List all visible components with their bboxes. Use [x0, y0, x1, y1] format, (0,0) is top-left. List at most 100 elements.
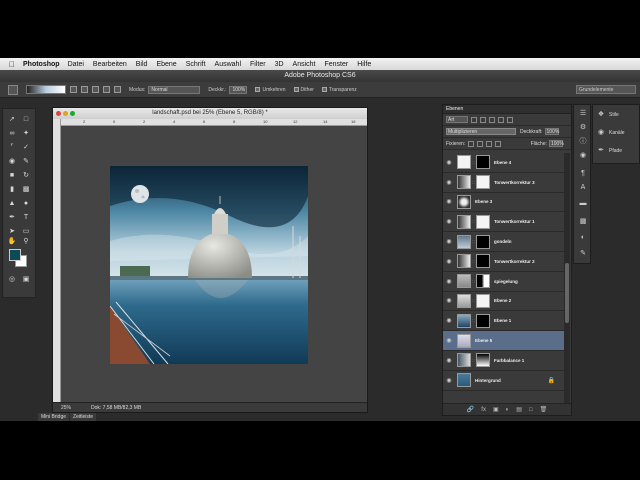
lock-pixels-icon[interactable]	[477, 140, 484, 147]
layer-row[interactable]: ◉ ∷ Tonwertkorrektur 1	[443, 212, 565, 233]
layer-thumbnail[interactable]	[457, 175, 471, 190]
gradient-tool-icon[interactable]: ▩	[21, 185, 31, 195]
crop-tool-icon[interactable]: ⌜	[7, 143, 17, 153]
menu-auswahl[interactable]: Auswahl	[215, 61, 241, 68]
horizontal-ruler[interactable]: 2 0 2 4 6 8 10 12 14 16	[61, 119, 367, 126]
layers-scrollbar[interactable]	[564, 153, 570, 405]
document-titlebar[interactable]: landschaft.psd bei 25% (Ebene 5, RGB/8) …	[53, 108, 367, 119]
tab-mini-bridge[interactable]: Mini Bridge	[38, 413, 70, 421]
workspace-switcher[interactable]: Grundelemente	[576, 85, 636, 94]
visibility-eye-icon[interactable]: ◉	[443, 258, 455, 265]
visibility-eye-icon[interactable]: ◉	[443, 377, 455, 384]
layer-name[interactable]: Ebene 1	[494, 318, 511, 323]
quick-mask-icon[interactable]: ◎	[7, 275, 17, 285]
new-layer-icon[interactable]: □	[529, 407, 533, 413]
filter-pixel-icon[interactable]	[471, 116, 477, 123]
lasso-tool-icon[interactable]: ∞	[7, 129, 17, 139]
brush-presets-icon[interactable]: ✎	[578, 249, 588, 259]
layer-name[interactable]: spiegelung	[494, 279, 518, 284]
paths-panel-button[interactable]: ✒ Pfade	[593, 143, 639, 159]
shape-tool-icon[interactable]: ▭	[21, 227, 31, 237]
delete-layer-icon[interactable]: 🗑	[540, 406, 548, 413]
radial-gradient-button[interactable]	[81, 86, 88, 93]
visibility-eye-icon[interactable]: ◉	[443, 297, 455, 304]
properties-icon[interactable]: ⚙	[578, 123, 588, 133]
link-layers-icon[interactable]: 🔗	[467, 406, 474, 413]
zoom-tool-icon[interactable]: ⚲	[21, 237, 31, 247]
visibility-eye-icon[interactable]: ◉	[443, 278, 455, 285]
visibility-eye-icon[interactable]: ◉	[443, 198, 455, 205]
layer-mask-thumbnail[interactable]	[476, 214, 490, 229]
visibility-eye-icon[interactable]: ◉	[443, 337, 455, 344]
pen-tool-icon[interactable]: ✒	[7, 213, 17, 223]
opacity-field[interactable]: 100%	[229, 85, 248, 94]
history-icon[interactable]: ☰	[578, 109, 588, 119]
layer-name[interactable]: Farbbalance 1	[494, 358, 524, 363]
filter-type-icon[interactable]	[489, 116, 495, 123]
lock-position-icon[interactable]	[486, 140, 493, 147]
move-tool-icon[interactable]: ➚	[7, 115, 17, 125]
layer-thumbnail[interactable]	[457, 214, 471, 229]
visibility-eye-icon[interactable]: ◉	[443, 317, 455, 324]
document-info[interactable]: Dok: 7,58 MB/82,3 MB	[91, 403, 141, 412]
layer-thumbnail[interactable]	[457, 194, 471, 209]
close-icon[interactable]	[56, 111, 61, 116]
layer-thumbnail[interactable]	[457, 333, 471, 348]
canvas-image[interactable]	[110, 166, 308, 364]
layer-thumbnail[interactable]	[457, 353, 471, 368]
paragraph-icon[interactable]: ¶	[578, 169, 588, 179]
lock-transparent-icon[interactable]	[468, 140, 475, 147]
layer-row[interactable]: ◉ Ebene 3	[443, 193, 565, 213]
layer-row[interactable]: ◉ Ebene 5	[443, 331, 565, 351]
menu-schrift[interactable]: Schrift	[186, 61, 206, 68]
menu-bearbeiten[interactable]: Bearbeiten	[93, 61, 127, 68]
visibility-eye-icon[interactable]: ◉	[443, 179, 455, 186]
layer-fill-field[interactable]: 100%	[549, 140, 564, 147]
stamp-tool-icon[interactable]: ■	[7, 171, 17, 181]
layers-tab[interactable]: Ebenen	[443, 105, 571, 114]
menu-datei[interactable]: Datei	[68, 61, 84, 68]
adjustment-layer-icon[interactable]: ◐	[506, 407, 510, 413]
dither-checkbox[interactable]	[293, 87, 299, 92]
color-icon[interactable]: ◉	[578, 151, 588, 161]
tab-timeline[interactable]: Zeitleiste	[70, 413, 97, 421]
layer-mask-thumbnail[interactable]	[476, 254, 490, 269]
layer-mask-thumbnail[interactable]	[476, 175, 490, 190]
layer-thumbnail[interactable]	[457, 254, 471, 269]
transparency-checkbox[interactable]	[321, 87, 327, 92]
diamond-gradient-button[interactable]	[114, 86, 121, 93]
menu-3d[interactable]: 3D	[275, 61, 284, 68]
filter-smart-object-icon[interactable]	[507, 116, 513, 123]
layer-name[interactable]: Ebene 3	[475, 199, 492, 204]
add-mask-icon[interactable]: ▣	[493, 406, 499, 413]
layer-thumbnail[interactable]	[457, 373, 471, 388]
type-tool-icon[interactable]: T	[21, 213, 31, 223]
visibility-eye-icon[interactable]: ◉	[443, 238, 455, 245]
swatches-icon[interactable]: ▩	[578, 217, 588, 227]
blend-mode-select[interactable]: Multiplizieren	[446, 128, 516, 135]
angle-gradient-button[interactable]	[92, 86, 99, 93]
layer-name[interactable]: Ebene 5	[475, 338, 492, 343]
layer-name[interactable]: Tonwertkorrektur 1	[494, 219, 535, 224]
gradient-tool-icon[interactable]	[8, 84, 18, 95]
minimize-icon[interactable]	[63, 111, 68, 116]
quick-select-tool-icon[interactable]: ✦	[21, 129, 31, 139]
channels-panel-button[interactable]: ◉ Kanäle	[593, 125, 639, 141]
layer-name[interactable]: Tonwertkorrektur 3	[494, 180, 535, 185]
hand-tool-icon[interactable]: ✋	[7, 237, 17, 247]
zoom-level[interactable]: 25%	[61, 403, 79, 412]
layer-mask-thumbnail[interactable]	[476, 353, 490, 368]
adjustments-icon[interactable]: ◐	[578, 233, 588, 243]
layer-name[interactable]: Hintergrund	[475, 378, 501, 383]
layer-row[interactable]: ◉ ∷ Ebene 4	[443, 153, 565, 173]
scrollbar-thumb[interactable]	[565, 263, 569, 323]
layer-row[interactable]: ◉ ∷ Ebene 2	[443, 292, 565, 312]
apple-icon[interactable]: 	[9, 60, 19, 69]
new-group-icon[interactable]: ▤	[516, 406, 522, 413]
linear-gradient-button[interactable]	[70, 86, 77, 93]
layer-name[interactable]: Ebene 4	[494, 160, 511, 165]
layer-row[interactable]: ◉ ∷ spiegelung	[443, 272, 565, 292]
layer-thumbnail[interactable]	[457, 274, 471, 289]
screen-mode-icon[interactable]: ▣	[21, 275, 31, 285]
zoom-icon[interactable]	[70, 111, 75, 116]
